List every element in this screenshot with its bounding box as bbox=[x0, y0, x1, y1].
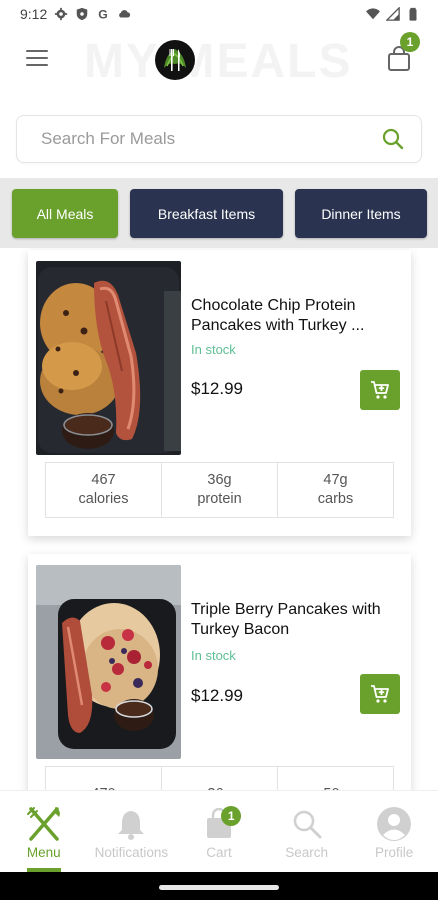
nav-label: Cart bbox=[206, 845, 232, 860]
nutrition-protein: 36g bbox=[162, 767, 278, 790]
meal-photo[interactable] bbox=[36, 261, 181, 455]
nutrition-value: 467 bbox=[91, 472, 116, 488]
nav-label: Search bbox=[285, 845, 328, 860]
meal-card[interactable]: Chocolate Chip Protein Pancakes with Tur… bbox=[28, 250, 411, 536]
fork-knife-logo-icon bbox=[156, 41, 194, 79]
nav-label: Profile bbox=[375, 845, 414, 860]
nav-item-cart[interactable]: 1 Cart bbox=[175, 791, 263, 872]
settings-gear-icon bbox=[55, 7, 68, 21]
search-icon bbox=[288, 805, 326, 843]
battery-icon bbox=[409, 7, 417, 21]
nutrition-value: 47g bbox=[323, 472, 348, 488]
filter-breakfast-items-button[interactable]: Breakfast Items bbox=[130, 189, 283, 238]
nav-item-notifications[interactable]: Notifications bbox=[88, 791, 176, 872]
nav-item-menu[interactable]: Menu bbox=[0, 791, 88, 872]
berry-pancakes-photo bbox=[36, 565, 181, 759]
cart-count-badge: 1 bbox=[400, 32, 420, 52]
nutrition-table: 467 calories 36g protein 47g carbs bbox=[45, 462, 394, 518]
cart-nav-badge: 1 bbox=[221, 806, 242, 826]
wifi-icon bbox=[366, 8, 380, 20]
nutrition-table: 470 36g 50g bbox=[45, 766, 394, 790]
meal-list[interactable]: Chocolate Chip Protein Pancakes with Tur… bbox=[0, 248, 438, 790]
status-bar: 9:12 G bbox=[0, 0, 438, 28]
shield-icon bbox=[77, 7, 88, 21]
nav-item-search[interactable]: Search bbox=[263, 791, 351, 872]
bottom-navigation: Menu Notifications 1 Cart Search Profile bbox=[0, 790, 438, 872]
hamburger-menu-icon[interactable] bbox=[26, 50, 48, 68]
stock-status: In stock bbox=[191, 342, 236, 357]
category-filter-bar: All Meals Breakfast Items Dinner Items bbox=[0, 178, 438, 248]
nutrition-carbs: 47g carbs bbox=[278, 463, 393, 517]
profile-icon bbox=[375, 805, 413, 843]
home-gesture-pill[interactable] bbox=[159, 885, 279, 890]
add-shopping-cart-icon bbox=[371, 685, 389, 703]
meal-title[interactable]: Chocolate Chip Protein Pancakes with Tur… bbox=[191, 296, 406, 336]
bell-icon bbox=[112, 805, 150, 843]
nutrition-protein: 36g protein bbox=[162, 463, 278, 517]
cloud-icon bbox=[119, 10, 131, 18]
system-navigation-bar bbox=[0, 872, 438, 900]
filter-dinner-items-button[interactable]: Dinner Items bbox=[295, 189, 427, 238]
nutrition-calories: 470 bbox=[46, 767, 162, 790]
add-to-cart-button[interactable] bbox=[360, 370, 400, 410]
brand-watermark: MY MEALS bbox=[84, 35, 353, 88]
app-header: MY MEALS 1 bbox=[0, 28, 438, 90]
meal-price: $12.99 bbox=[191, 686, 243, 705]
nav-label: Menu bbox=[26, 845, 61, 860]
meal-photo[interactable] bbox=[36, 565, 181, 759]
search-icon[interactable] bbox=[381, 127, 405, 151]
search-input[interactable] bbox=[41, 129, 381, 149]
search-bar bbox=[16, 115, 422, 163]
google-g-icon: G bbox=[98, 7, 108, 21]
add-shopping-cart-icon bbox=[371, 381, 389, 399]
meal-card[interactable]: Triple Berry Pancakes with Turkey Bacon … bbox=[28, 554, 411, 790]
nutrition-unit: carbs bbox=[317, 491, 354, 507]
svg-text:G: G bbox=[98, 7, 108, 21]
filter-all-meals-button[interactable]: All Meals bbox=[12, 189, 118, 238]
status-time: 9:12 bbox=[20, 6, 48, 22]
nutrition-value: 36g bbox=[207, 472, 232, 488]
nutrition-calories: 467 calories bbox=[46, 463, 162, 517]
nutrition-unit: calories bbox=[78, 491, 129, 507]
brand-logo bbox=[155, 40, 195, 80]
nutrition-carbs: 50g bbox=[278, 767, 393, 791]
nav-label: Notifications bbox=[94, 845, 169, 860]
signal-icon bbox=[386, 7, 400, 21]
pancakes-bacon-photo bbox=[36, 261, 181, 455]
stock-status: In stock bbox=[191, 648, 236, 663]
meal-price: $12.99 bbox=[191, 379, 243, 398]
add-to-cart-button[interactable] bbox=[360, 674, 400, 714]
nav-item-profile[interactable]: Profile bbox=[350, 791, 438, 872]
meal-title[interactable]: Triple Berry Pancakes with Turkey Bacon bbox=[191, 600, 406, 640]
fork-knife-icon bbox=[25, 805, 63, 843]
nutrition-unit: protein bbox=[197, 491, 242, 507]
